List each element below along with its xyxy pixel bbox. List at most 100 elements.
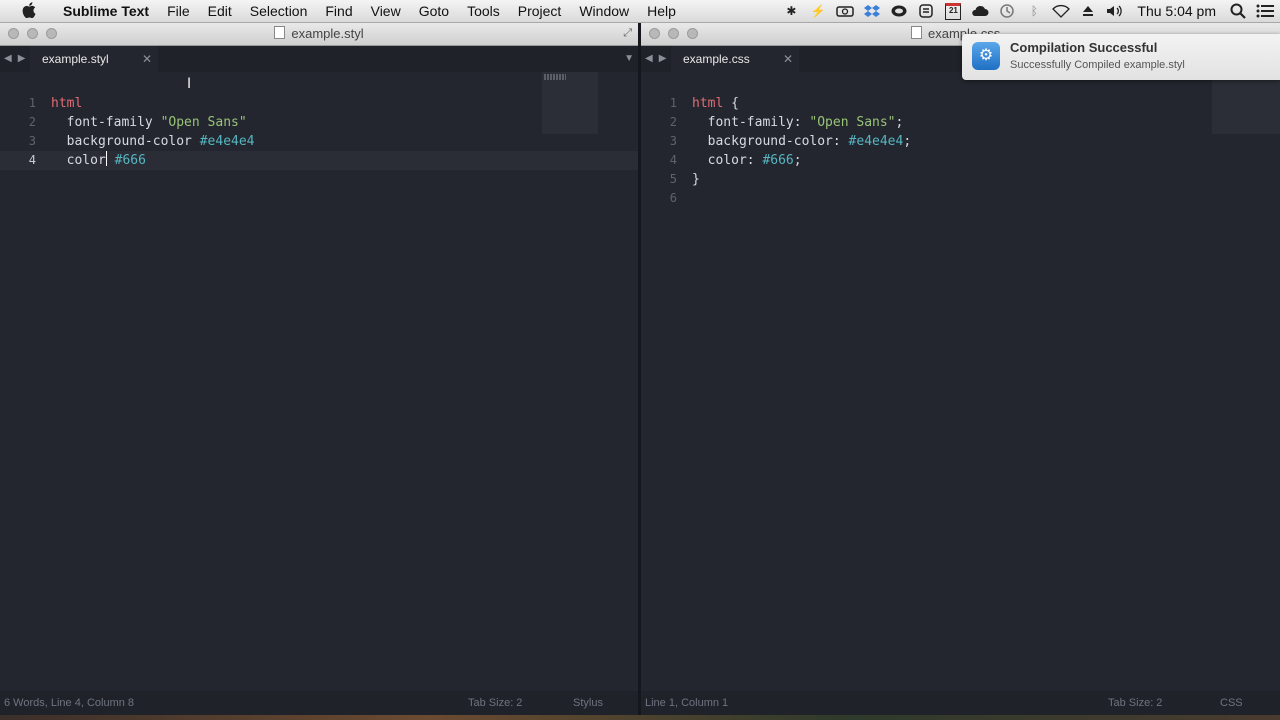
menu-project[interactable]: Project bbox=[509, 0, 571, 22]
line-number: 1 bbox=[28, 96, 36, 110]
dropbox-icon[interactable] bbox=[863, 3, 881, 19]
line-number: 4 bbox=[669, 153, 677, 167]
fullscreen-icon[interactable]: ⤢ bbox=[623, 27, 632, 40]
volume-icon[interactable] bbox=[1106, 3, 1124, 19]
todo-icon[interactable] bbox=[917, 3, 935, 19]
minimap-viewport bbox=[544, 74, 566, 80]
tab-bar: ◀▶ example.styl ✕ ▼ bbox=[0, 46, 638, 72]
code-line[interactable]: 2 font-family "Open Sans" bbox=[0, 113, 638, 132]
status-syntax[interactable]: CSS bbox=[1220, 691, 1243, 715]
menu-file[interactable]: File bbox=[158, 0, 199, 22]
code-text: } bbox=[692, 170, 700, 189]
code-editor[interactable]: 1 html 2 font-family "Open Sans" 3 backgrou… bbox=[0, 72, 638, 691]
code-line[interactable]: 1 html { bbox=[641, 94, 1280, 113]
line-number: 1 bbox=[669, 96, 677, 110]
code-text: html bbox=[51, 94, 82, 113]
line-number: 4 bbox=[28, 153, 36, 167]
menu-goto[interactable]: Goto bbox=[410, 0, 458, 22]
tab-dropdown-icon[interactable]: ▼ bbox=[624, 46, 634, 72]
app-menu[interactable]: Sublime Text bbox=[54, 0, 158, 22]
menu-view[interactable]: View bbox=[362, 0, 410, 22]
tab-close-icon[interactable]: ✕ bbox=[142, 46, 152, 72]
window-title-text: example.styl bbox=[291, 26, 364, 41]
code-line[interactable]: 3 background-color: #e4e4e4; bbox=[641, 132, 1280, 151]
clock[interactable]: Thu 5:04 pm bbox=[1133, 3, 1220, 19]
status-tab-size[interactable]: Tab Size: 2 bbox=[468, 691, 522, 715]
code-text: html { bbox=[692, 94, 739, 113]
brightness-icon[interactable]: ✱ bbox=[782, 3, 800, 19]
creative-cloud-icon[interactable] bbox=[890, 3, 908, 19]
tab-example-css[interactable]: example.css ✕ bbox=[671, 46, 799, 72]
menu-tools[interactable]: Tools bbox=[458, 0, 509, 22]
code-line[interactable]: 6 bbox=[641, 189, 1280, 208]
spotlight-search-icon[interactable] bbox=[1229, 3, 1247, 19]
line-number: 3 bbox=[669, 134, 677, 148]
code-token: #e4e4e4 bbox=[848, 134, 904, 149]
tab-close-icon[interactable]: ✕ bbox=[783, 46, 793, 72]
notification-banner[interactable]: ⚙ Compilation Successful Successfully Co… bbox=[962, 34, 1280, 80]
code-token: color bbox=[51, 153, 106, 168]
apple-menu-icon[interactable] bbox=[18, 1, 40, 21]
eject-icon[interactable] bbox=[1079, 3, 1097, 19]
notification-center-icon[interactable] bbox=[1256, 3, 1274, 19]
window-title: example.styl bbox=[0, 23, 638, 45]
code-token: ; bbox=[793, 153, 802, 168]
menu-selection[interactable]: Selection bbox=[241, 0, 317, 22]
status-tab-size[interactable]: Tab Size: 2 bbox=[1108, 691, 1162, 715]
code-token: "Open Sans" bbox=[809, 115, 896, 130]
compiler-app-icon: ⚙ bbox=[972, 42, 1000, 70]
code-text: color #666 bbox=[51, 151, 146, 170]
status-syntax[interactable]: Stylus bbox=[573, 691, 603, 715]
code-token: { bbox=[723, 96, 739, 111]
menu-window[interactable]: Window bbox=[570, 0, 638, 22]
tab-label: example.css bbox=[683, 52, 750, 66]
code-token: font-family bbox=[51, 115, 161, 130]
document-icon bbox=[911, 26, 922, 39]
tab-nav-arrows-icon[interactable]: ◀▶ bbox=[4, 46, 31, 72]
code-token: color: bbox=[692, 153, 763, 168]
status-position: 6 Words, Line 4, Column 8 bbox=[4, 697, 135, 709]
network-icon[interactable]: ⚡ bbox=[809, 3, 827, 19]
code-text: font-family: "Open Sans"; bbox=[692, 113, 904, 132]
code-token: ; bbox=[895, 115, 904, 130]
menu-edit[interactable]: Edit bbox=[199, 0, 241, 22]
code-line[interactable]: 4 color #666 bbox=[0, 151, 638, 170]
code-text: color: #666; bbox=[692, 151, 802, 170]
time-machine-icon[interactable] bbox=[998, 3, 1016, 19]
code-line[interactable]: 3 background-color #e4e4e4 bbox=[0, 132, 638, 151]
menu-help[interactable]: Help bbox=[638, 0, 685, 22]
tab-nav-arrows-icon[interactable]: ◀▶ bbox=[645, 46, 672, 72]
tab-example-styl[interactable]: example.styl ✕ bbox=[30, 46, 158, 72]
code-line[interactable]: 1 html bbox=[0, 94, 638, 113]
code-line[interactable]: 2 font-family: "Open Sans"; bbox=[641, 113, 1280, 132]
bluetooth-icon[interactable]: ᛒ bbox=[1025, 3, 1043, 19]
code-line[interactable]: 5} bbox=[641, 170, 1280, 189]
zoom-window-button[interactable] bbox=[687, 28, 698, 39]
code-text: font-family "Open Sans" bbox=[51, 113, 247, 132]
code-token: html bbox=[51, 96, 83, 111]
editor-window-right: example.css ◀▶ example.css ✕ 1 html {2 fo… bbox=[641, 23, 1280, 720]
cloud-icon[interactable] bbox=[971, 3, 989, 19]
close-window-button[interactable] bbox=[649, 28, 660, 39]
desktop-wallpaper-strip bbox=[0, 715, 1280, 720]
code-token: font-family: bbox=[692, 115, 810, 130]
code-text: background-color #e4e4e4 bbox=[51, 132, 255, 151]
notification-body: Successfully Compiled example.styl bbox=[1010, 59, 1185, 71]
calendar-icon[interactable]: 21 bbox=[944, 2, 962, 20]
code-token: "Open Sans" bbox=[160, 115, 247, 130]
code-token: #666 bbox=[762, 153, 794, 168]
camera-icon[interactable] bbox=[836, 3, 855, 19]
status-menu-area: ✱ ⚡ 21 ᛒ Thu 5:04 pm bbox=[782, 0, 1274, 22]
menu-bar: Sublime Text File Edit Selection Find Vi… bbox=[0, 0, 1280, 23]
line-number: 5 bbox=[669, 172, 677, 186]
editor-window-left: example.styl ⤢ ◀▶ example.styl ✕ ▼ 1 html… bbox=[0, 23, 638, 720]
tab-label: example.styl bbox=[42, 52, 109, 66]
window-controls bbox=[649, 28, 698, 39]
code-line[interactable]: 4 color: #666; bbox=[641, 151, 1280, 170]
wifi-icon[interactable] bbox=[1052, 3, 1071, 19]
code-editor[interactable]: 1 html {2 font-family: "Open Sans"; 3 back… bbox=[641, 72, 1280, 691]
document-icon bbox=[274, 26, 286, 39]
minimize-window-button[interactable] bbox=[668, 28, 679, 39]
menu-find[interactable]: Find bbox=[316, 0, 361, 22]
window-titlebar[interactable]: example.styl ⤢ bbox=[0, 23, 638, 46]
